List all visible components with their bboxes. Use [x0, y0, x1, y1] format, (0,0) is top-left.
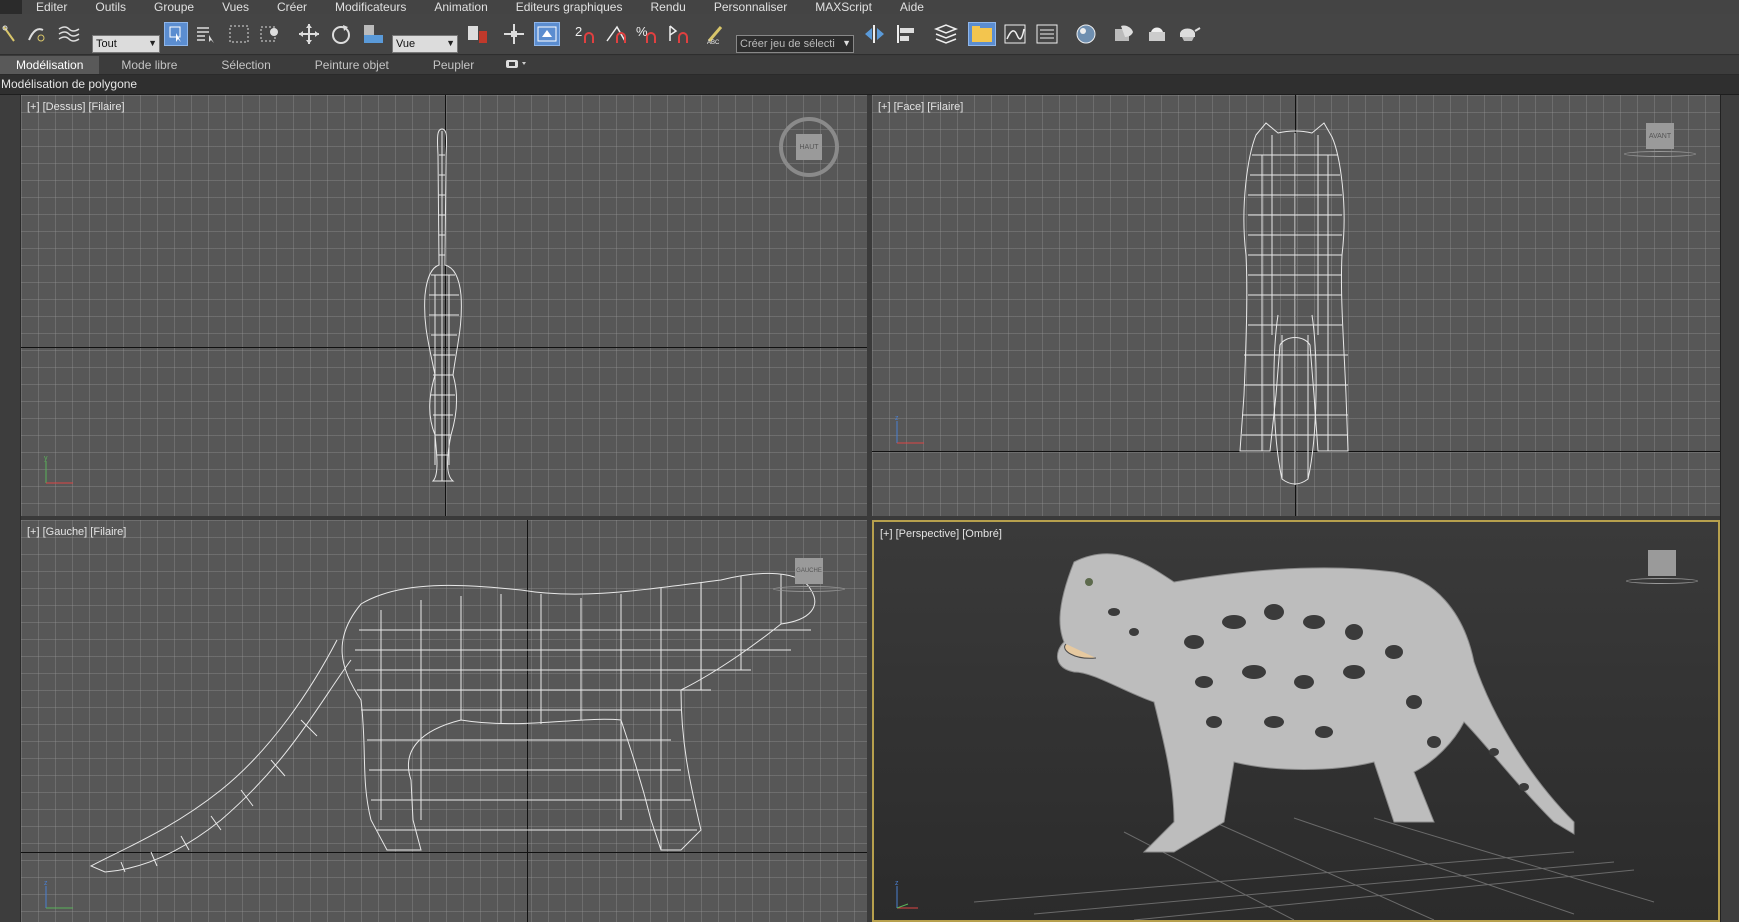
axis-tripod-icon: y [44, 455, 73, 484]
tab-mode-libre[interactable]: Mode libre [99, 56, 199, 74]
main-toolbar: Tout ▼ Vue ▼ 2 % ABC Créer jeu de sélect… [0, 14, 1739, 55]
menu-bar: Editer Outils Groupe Vues Créer Modifica… [0, 0, 1739, 14]
menu-creer[interactable]: Créer [263, 0, 321, 14]
rendered-frame-window-icon[interactable] [1144, 22, 1170, 46]
viewport-top[interactable]: [+] [Dessus] [Filaire] HAUT y [21, 95, 867, 516]
selection-filter-value: Tout [96, 38, 117, 50]
axis-tripod-icon: z [895, 415, 924, 444]
scene-explorer-button[interactable] [968, 22, 996, 46]
menu-rendu[interactable]: Rendu [636, 0, 699, 14]
align-icon[interactable] [894, 22, 920, 46]
schematic-view-icon[interactable] [1034, 22, 1060, 46]
tab-peinture-objet[interactable]: Peinture objet [293, 56, 411, 74]
ribbon-tab-bar: Modélisation Mode libre Sélection Peintu… [0, 56, 1739, 75]
viewcube-face-label: HAUT [796, 134, 822, 160]
percent-snap-icon[interactable]: % [634, 22, 660, 46]
spinner-snap-icon[interactable] [666, 22, 692, 46]
select-manipulate-icon[interactable] [502, 22, 526, 46]
reference-coordinate-value: Vue [396, 38, 416, 50]
menu-animation[interactable]: Animation [420, 0, 501, 14]
ribbon-options-icon[interactable] [496, 56, 538, 74]
command-panel[interactable] [1720, 95, 1739, 922]
tab-peupler[interactable]: Peupler [411, 56, 496, 74]
menu-vues[interactable]: Vues [208, 0, 263, 14]
mirror-icon[interactable] [862, 22, 888, 46]
viewcube-perspective[interactable] [1626, 550, 1698, 590]
selection-filter-dropdown[interactable]: Tout ▼ [92, 35, 160, 53]
svg-text:z: z [895, 880, 899, 887]
svg-text:z: z [895, 415, 899, 422]
menu-personnaliser[interactable]: Personnaliser [700, 0, 801, 14]
named-selection-set-dropdown[interactable]: Créer jeu de sélecti ▼ [736, 35, 854, 53]
menu-maxscript[interactable]: MAXScript [801, 0, 886, 14]
axis-tripod-icon: z [895, 880, 918, 909]
svg-text:2: 2 [575, 24, 582, 39]
svg-text:ABC: ABC [707, 40, 720, 45]
angle-snap-icon[interactable] [604, 22, 630, 46]
wireframe-left-view [89, 573, 816, 873]
shaded-leopard-model [973, 553, 1655, 920]
viewport-perspective[interactable]: [+] [Perspective] [Ombré] z [872, 520, 1720, 922]
menu-modificateurs[interactable]: Modificateurs [321, 0, 420, 14]
snap-toggle-icon[interactable]: 2 [572, 22, 598, 46]
svg-text:z: z [44, 880, 48, 887]
named-selection-set-placeholder: Créer jeu de sélecti [740, 38, 835, 50]
ribbon-panel: Modélisation de polygone [0, 75, 1739, 95]
menu-editer[interactable]: Editer [22, 0, 81, 14]
tab-selection[interactable]: Sélection [199, 56, 292, 74]
menu-aide[interactable]: Aide [886, 0, 938, 14]
menu-outils[interactable]: Outils [81, 0, 140, 14]
wireframe-top-view [424, 128, 462, 482]
viewcube-left[interactable]: GAUCHE [773, 558, 845, 598]
move-icon[interactable] [296, 22, 322, 46]
svg-text:y: y [44, 455, 48, 462]
viewport-front[interactable]: [+] [Face] [Filaire] AVANT z [872, 95, 1720, 516]
curve-editor-icon[interactable] [1002, 22, 1028, 46]
layer-manager-icon[interactable] [932, 22, 960, 46]
tab-modelisation[interactable]: Modélisation [0, 56, 100, 74]
unlink-icon[interactable] [24, 22, 48, 46]
viewcube-face-label: AVANT [1646, 123, 1674, 149]
select-object-button[interactable] [164, 22, 188, 46]
rectangular-selection-icon[interactable] [226, 22, 252, 46]
keyboard-shortcut-override-button[interactable] [534, 22, 560, 46]
ribbon-panel-label[interactable]: Modélisation de polygone [1, 77, 137, 91]
viewcube-face-label [1648, 550, 1676, 576]
axis-tripod-icon: z [44, 880, 73, 909]
rotate-icon[interactable] [328, 22, 354, 46]
wireframe-front-view [1239, 122, 1349, 485]
menu-editeurs-graphiques[interactable]: Editeurs graphiques [502, 0, 637, 14]
left-side-bar [0, 95, 21, 922]
select-by-name-icon[interactable] [194, 22, 218, 46]
scale-icon[interactable] [360, 22, 386, 46]
reference-coordinate-dropdown[interactable]: Vue ▼ [392, 35, 458, 53]
viewcube-top[interactable]: HAUT [779, 117, 839, 177]
viewport-left[interactable]: [+] [Gauche] [Filaire] GAUCHE z [21, 520, 867, 922]
render-setup-icon[interactable] [1112, 22, 1138, 46]
render-production-icon[interactable] [1176, 22, 1202, 46]
bind-space-warp-icon[interactable] [56, 22, 82, 46]
app-logo[interactable] [0, 0, 22, 14]
edit-named-selections-icon[interactable]: ABC [704, 22, 728, 46]
viewcube-face-label: GAUCHE [795, 558, 823, 584]
viewcube-front[interactable]: AVANT [1624, 123, 1696, 163]
link-icon[interactable] [0, 22, 18, 46]
menu-groupe[interactable]: Groupe [140, 0, 208, 14]
window-crossing-icon[interactable] [258, 22, 282, 46]
pivot-center-icon[interactable] [464, 22, 492, 46]
material-editor-icon[interactable] [1072, 22, 1100, 46]
